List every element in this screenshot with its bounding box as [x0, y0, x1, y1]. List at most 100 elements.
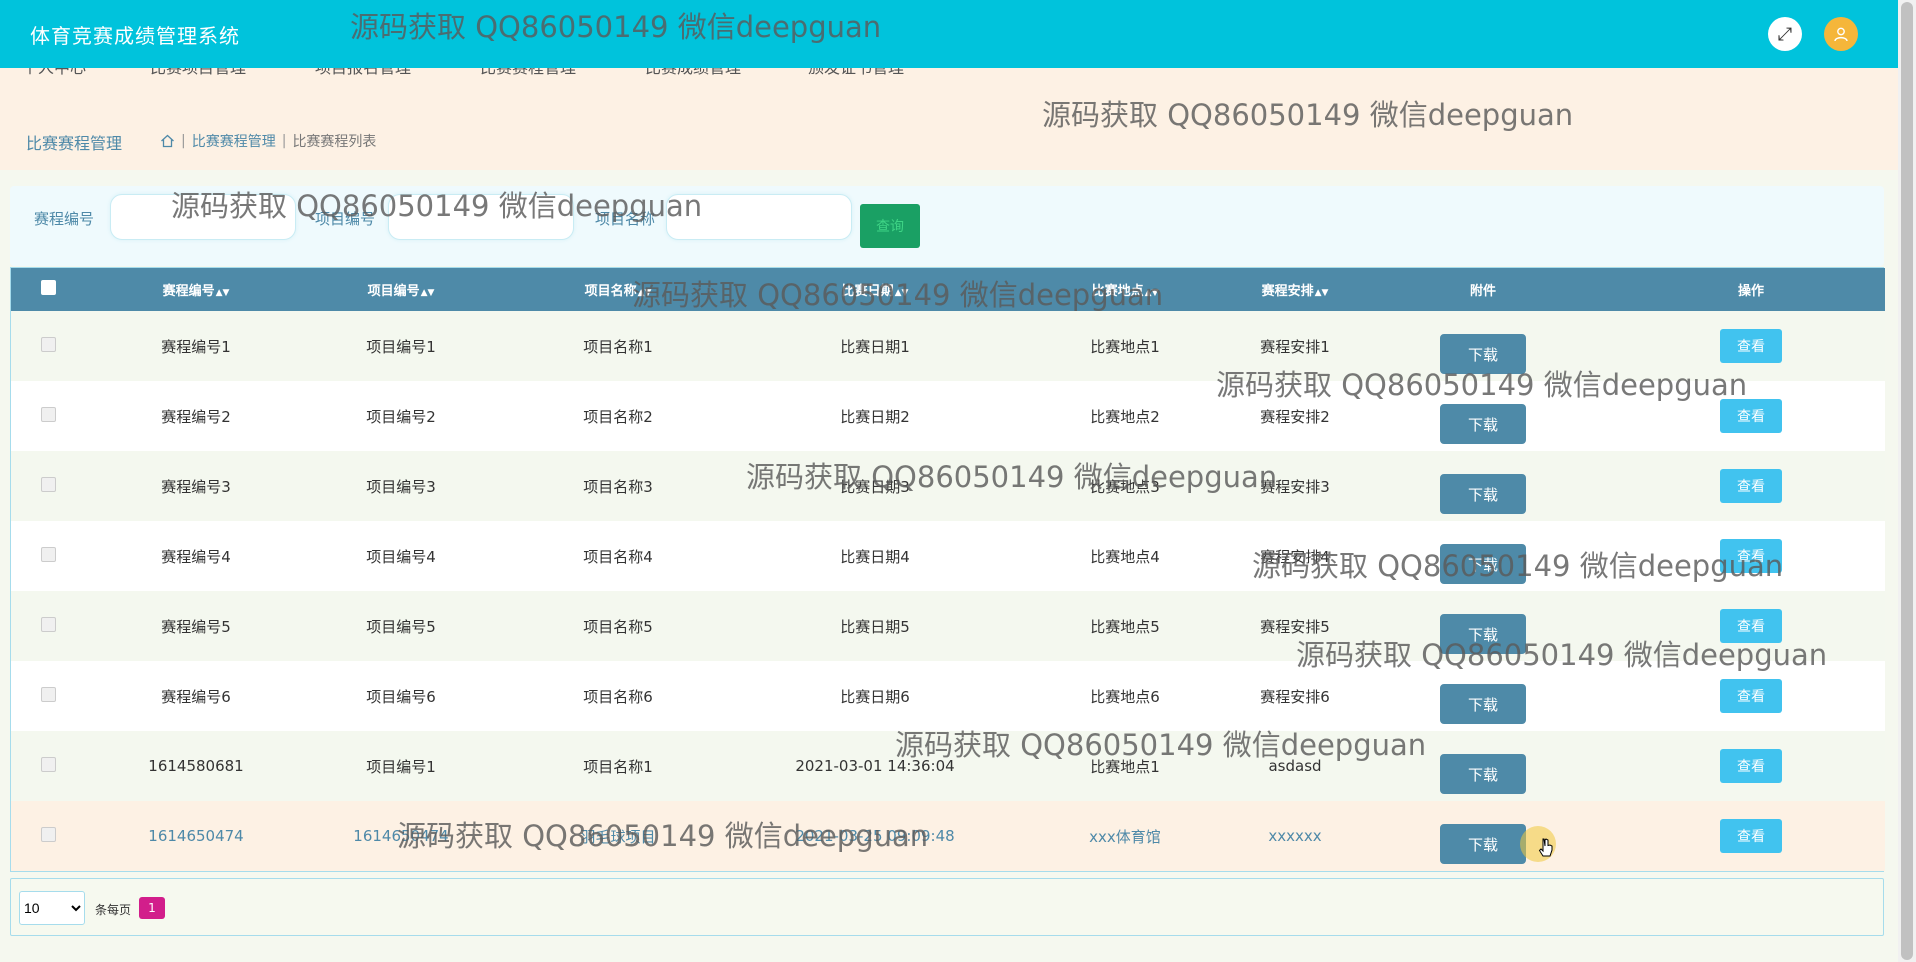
attachment-cell: 下载 [1349, 731, 1617, 801]
project-no-label: 项目编号 [315, 210, 376, 228]
breadcrumb-separator: | [181, 133, 186, 149]
scrollbar-thumb[interactable] [1901, 2, 1913, 960]
attachment-cell: 下载 [1349, 451, 1617, 521]
download-button[interactable]: 下载 [1440, 614, 1526, 654]
user-avatar-icon[interactable] [1824, 17, 1858, 51]
action-cell: 查看 [1617, 381, 1885, 451]
table-row[interactable]: 赛程编号3 项目编号3 项目名称3 比赛日期3 比赛地点3 赛程安排3 下载 查看 [11, 451, 1885, 521]
col-header[interactable]: 比赛地点▲▼ [1009, 268, 1241, 311]
action-cell: 查看 [1617, 801, 1885, 871]
row-checkbox[interactable] [40, 546, 56, 562]
row-checkbox[interactable] [40, 686, 56, 702]
table-cell: 赛程编号6 [85, 661, 307, 731]
table-cell: 项目编号6 [307, 661, 495, 731]
download-button[interactable]: 下载 [1440, 474, 1526, 514]
project-name-input[interactable] [666, 194, 852, 240]
breadcrumb-item[interactable]: 比赛赛程管理 [192, 131, 276, 151]
col-header[interactable]: 赛程编号▲▼ [85, 268, 307, 311]
table-cell: 赛程编号4 [85, 521, 307, 591]
table-cell: 赛程安排6 [1241, 661, 1349, 731]
sort-icon: ▲▼ [420, 288, 435, 298]
table-cell: 1614650474 [307, 801, 495, 871]
view-button[interactable]: 查看 [1720, 329, 1782, 363]
attachment-cell: 下载 [1349, 801, 1617, 871]
page-number-current[interactable]: 1 [139, 897, 165, 919]
table-cell: 比赛日期4 [741, 521, 1009, 591]
user-icon [1834, 27, 1848, 42]
sort-icon: ▲▼ [1314, 288, 1329, 298]
table-row[interactable]: 1614580681 项目编号1 项目名称1 2021-03-01 14:36:04 比… [11, 731, 1885, 801]
project-name-label: 项目名称 [595, 210, 656, 228]
view-button[interactable]: 查看 [1720, 399, 1782, 433]
view-button[interactable]: 查看 [1720, 469, 1782, 503]
table-cell: 赛程安排1 [1241, 311, 1349, 381]
col-header[interactable]: 比赛日期▲▼ [741, 268, 1009, 311]
row-checkbox[interactable] [40, 476, 56, 492]
row-checkbox[interactable] [40, 336, 56, 352]
table-cell: 比赛地点3 [1009, 451, 1241, 521]
table-cell: 赛程安排2 [1241, 381, 1349, 451]
table-cell: 项目编号1 [307, 731, 495, 801]
app-title: 体育竞赛成绩管理系统 [30, 24, 240, 48]
schedule-no-input[interactable] [110, 194, 296, 240]
row-checkbox[interactable] [40, 406, 56, 422]
col-header[interactable]: 项目编号▲▼ [307, 268, 495, 311]
breadcrumb-current: 比赛赛程列表 [292, 134, 377, 150]
action-cell: 查看 [1617, 311, 1885, 381]
table-cell: 项目名称6 [495, 661, 741, 731]
home-icon[interactable] [160, 134, 175, 148]
table-cell: 项目编号2 [307, 381, 495, 451]
table-cell: 比赛日期1 [741, 311, 1009, 381]
select-all-cell [11, 268, 85, 311]
col-header[interactable]: 项目名称▲▼ [495, 268, 741, 311]
col-header: 附件 [1349, 268, 1617, 311]
page-size-select[interactable]: 10 [19, 891, 85, 925]
table-cell: 羽毛球项目 [495, 801, 741, 871]
attachment-cell: 下载 [1349, 591, 1617, 661]
select-all-checkbox[interactable] [40, 280, 56, 295]
table-cell: 赛程编号1 [85, 311, 307, 381]
col-header: 操作 [1617, 268, 1885, 311]
row-checkbox[interactable] [40, 826, 56, 842]
download-button[interactable]: 下载 [1440, 404, 1526, 444]
top-bar: 体育竞赛成绩管理系统 ⤢ [0, 0, 1898, 68]
table-cell: 项目编号3 [307, 451, 495, 521]
table-row[interactable]: 赛程编号5 项目编号5 项目名称5 比赛日期5 比赛地点5 赛程安排5 下载 查看 [11, 591, 1885, 661]
search-form: 赛程编号 项目编号 项目名称 查询 [10, 186, 1884, 266]
table-row[interactable]: 赛程编号4 项目编号4 项目名称4 比赛日期4 比赛地点4 赛程安排4 下载 查看 [11, 521, 1885, 591]
download-button[interactable]: 下载 [1440, 544, 1526, 584]
download-button[interactable]: 下载 [1440, 684, 1526, 724]
col-header[interactable]: 赛程安排▲▼ [1241, 268, 1349, 311]
download-button[interactable]: 下载 [1440, 754, 1526, 794]
search-button[interactable]: 查询 [860, 204, 920, 248]
attachment-cell: 下载 [1349, 381, 1617, 451]
download-button[interactable]: 下载 [1440, 824, 1526, 864]
view-button[interactable]: 查看 [1720, 679, 1782, 713]
action-cell: 查看 [1617, 731, 1885, 801]
breadcrumb-separator: | [281, 133, 287, 149]
view-button[interactable]: 查看 [1720, 539, 1782, 573]
download-button[interactable]: 下载 [1440, 334, 1526, 374]
table-row[interactable]: 赛程编号6 项目编号6 项目名称6 比赛日期6 比赛地点6 赛程安排6 下载 查看 [11, 661, 1885, 731]
action-cell: 查看 [1617, 661, 1885, 731]
table-cell: 1614650474 [85, 801, 307, 871]
table-cell: xxxxxx [1241, 801, 1349, 871]
view-button[interactable]: 查看 [1720, 819, 1782, 853]
fullscreen-icon[interactable]: ⤢ [1768, 17, 1802, 51]
table-cell: 比赛日期3 [741, 451, 1009, 521]
row-select-cell [11, 731, 85, 801]
table-row[interactable]: 赛程编号2 项目编号2 项目名称2 比赛日期2 比赛地点2 赛程安排2 下载 查看 [11, 381, 1885, 451]
table-cell: xxx体育馆 [1009, 801, 1241, 871]
row-checkbox[interactable] [40, 756, 56, 772]
view-button[interactable]: 查看 [1720, 609, 1782, 643]
row-select-cell [11, 451, 85, 521]
page-scrollbar[interactable] [1898, 0, 1916, 962]
project-no-input[interactable] [388, 194, 574, 240]
attachment-cell: 下载 [1349, 661, 1617, 731]
table-cell: 赛程安排3 [1241, 451, 1349, 521]
table-row[interactable]: 赛程编号1 项目编号1 项目名称1 比赛日期1 比赛地点1 赛程安排1 下载 查看 [11, 311, 1885, 381]
row-checkbox[interactable] [40, 616, 56, 632]
table-cell: 比赛日期5 [741, 591, 1009, 661]
view-button[interactable]: 查看 [1720, 749, 1782, 783]
table-row[interactable]: 1614650474 1614650474 羽毛球项目 2021-03-25 09:0… [11, 801, 1885, 871]
